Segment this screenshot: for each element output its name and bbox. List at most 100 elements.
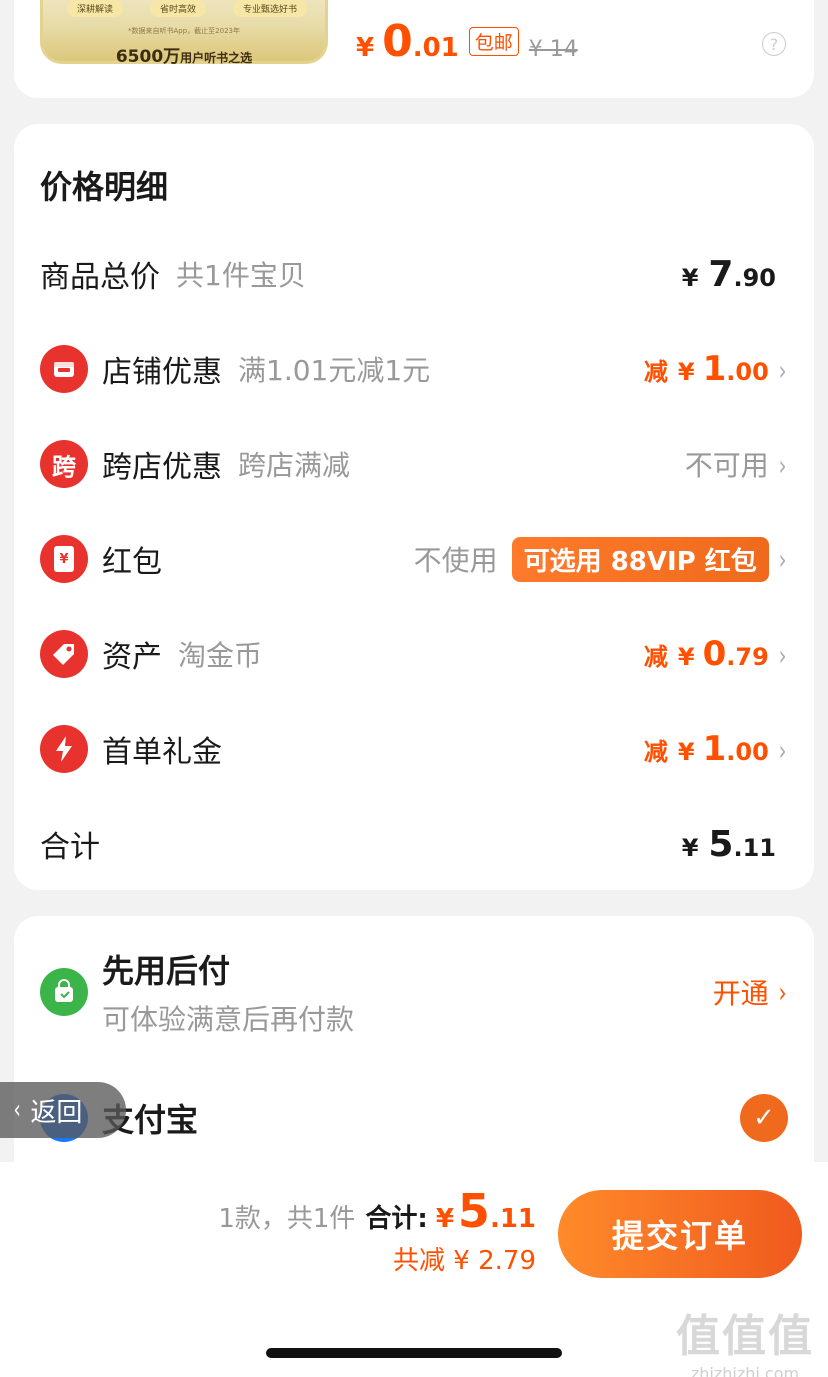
- discount-amount: 减 ¥ 1 .00: [644, 349, 769, 389]
- open-label: 开通: [712, 977, 769, 1010]
- row-label: 首单礼金: [102, 735, 222, 770]
- chevron-right-icon: ›: [778, 734, 787, 767]
- check-icon[interactable]: ✓: [740, 1094, 788, 1142]
- home-indicator: [266, 1348, 562, 1358]
- amount-dec: .11: [489, 1204, 536, 1234]
- currency: ¥: [681, 833, 699, 862]
- shopping-bag-icon: [40, 968, 88, 1016]
- book-tag: 专业甄选好书: [232, 0, 307, 17]
- submit-order-button[interactable]: 提交订单: [558, 1190, 802, 1278]
- amount-int: 1: [702, 349, 727, 389]
- book-slogan: 6500万用户听书之选: [43, 42, 325, 67]
- tag-icon: [40, 630, 88, 678]
- row-sub: 共1件宝贝: [176, 259, 306, 292]
- asset-row[interactable]: 资产 淘金币 减 ¥ 0 .79 ›: [40, 624, 788, 684]
- first-order-row[interactable]: 首单礼金 减 ¥ 1 .00 ›: [40, 719, 788, 779]
- amount-int: 0: [702, 634, 727, 674]
- book-tag: 深耕解读: [67, 0, 124, 17]
- price-decimal: .01: [412, 33, 459, 63]
- book-tag: 省时高效: [149, 0, 206, 17]
- goods-total-amount: ¥ 7 .90: [682, 254, 776, 295]
- amount-dec: .90: [733, 263, 776, 292]
- row-right: 不使用 可选用 88VIP 红包 ›: [413, 536, 788, 582]
- row-label: 红包: [102, 545, 162, 580]
- original-price: ¥ 14: [528, 37, 578, 62]
- row-right: 不可用 ›: [685, 444, 788, 484]
- amount-dec: .00: [726, 358, 769, 386]
- slogan-number: 6500万: [115, 47, 181, 67]
- cross-store-icon: 跨: [40, 440, 88, 488]
- row-sub: 满1.01元减1元: [238, 354, 431, 387]
- bnpl-text: 先用后付 可体验满意后再付款: [102, 946, 354, 1038]
- section-title: 价格明细: [40, 168, 169, 206]
- row-label: 合计: [40, 830, 100, 865]
- watermark-text: 值值值: [676, 1311, 814, 1362]
- row-sub: 跨店满减: [238, 449, 351, 482]
- amount-int: 5: [708, 823, 734, 865]
- discount-amount: 减 ¥ 1 .00: [644, 729, 769, 769]
- row-right: 减 ¥ 1 .00 ›: [644, 349, 788, 389]
- vip-red-packet-button[interactable]: 可选用 88VIP 红包: [511, 536, 769, 582]
- watermark-logo: 值值值 zhizhizhi.com: [670, 1300, 820, 1377]
- amount-int: 5: [457, 1184, 490, 1238]
- total-row: 合计 ¥ 5 .11: [40, 814, 788, 874]
- total-label: 合计:: [365, 1204, 428, 1234]
- product-image[interactable]: 深耕解读 省时高效 专业甄选好书 *数据来自听书App，截止至2023年 650…: [40, 0, 328, 67]
- alipay-row[interactable]: 支付宝 ✓: [40, 1094, 788, 1142]
- chevron-right-icon: ›: [778, 354, 787, 387]
- row-sub: 淘金币: [178, 639, 263, 672]
- chevron-right-icon: ›: [778, 975, 787, 1009]
- book-note: *数据来自听书App，截止至2023年: [128, 27, 240, 35]
- back-button[interactable]: ‹ 返回: [0, 1082, 126, 1138]
- row-label: 资产: [102, 640, 162, 675]
- chevron-right-icon: ›: [778, 639, 787, 672]
- bottom-bar: 1款，共1件 合计: ¥ 5 .11 共减 ¥ 2.79 提交订单 值值值 zh…: [0, 1162, 828, 1377]
- bnpl-title: 先用后付: [102, 952, 231, 990]
- red-packet-glyph: ¥: [54, 546, 74, 572]
- product-card: 深耕解读 省时高效 专业甄选好书 *数据来自听书App，截止至2023年 650…: [14, 0, 814, 98]
- amount-dec: .00: [726, 738, 769, 766]
- total-amount: ¥ 5 .11: [682, 824, 776, 865]
- currency: ¥: [435, 1204, 454, 1234]
- shop-discount-row[interactable]: 店铺优惠 满1.01元减1元 减 ¥ 1 .00 ›: [40, 339, 788, 399]
- red-packet-icon: ¥: [40, 535, 88, 583]
- discount-label: 减: [643, 643, 668, 671]
- cross-store-row[interactable]: 跨 跨店优惠 跨店满减 不可用 ›: [40, 434, 788, 494]
- row-right: 减 ¥ 0 .79 ›: [644, 634, 788, 674]
- bnpl-open-link[interactable]: 开通 ›: [713, 972, 788, 1012]
- chevron-right-icon: ›: [778, 449, 787, 482]
- chevron-right-icon: ›: [778, 542, 787, 576]
- price-currency: ¥: [356, 33, 375, 63]
- price-detail-card: 价格明细 商品总价 共1件宝贝 ¥ 7 .90 店铺优惠 满1.01元减1元 减…: [14, 124, 814, 890]
- row-label: 跨店优惠: [102, 450, 222, 485]
- amount-int: 7: [708, 253, 734, 295]
- bnpl-subtitle: 可体验满意后再付款: [102, 1003, 355, 1036]
- currency: ¥: [677, 643, 695, 671]
- redpack-status: 不使用: [413, 544, 498, 577]
- order-summary: 1款，共1件 合计: ¥ 5 .11 共减 ¥ 2.79: [218, 1184, 536, 1277]
- discount-label: 减: [643, 358, 668, 386]
- amount-dec: .11: [733, 833, 776, 862]
- free-shipping-badge: 包邮: [468, 27, 519, 56]
- amount-int: 1: [702, 729, 727, 769]
- discount-label: 减: [643, 738, 668, 766]
- row-right: 减 ¥ 1 .00 ›: [644, 729, 788, 769]
- currency: ¥: [677, 738, 695, 766]
- back-label: 返回: [30, 1097, 83, 1128]
- row-label: 店铺优惠: [102, 355, 222, 390]
- product-price: ¥ 0 .01 包邮 ¥ 14: [356, 16, 578, 67]
- shop-icon: [40, 345, 88, 393]
- slogan-text: 用户听书之选: [180, 51, 253, 65]
- item-count: 1款，共1件: [218, 1204, 356, 1234]
- unavailable-status: 不可用: [684, 449, 769, 482]
- lightning-icon: [40, 725, 88, 773]
- price-integer: 0: [382, 16, 413, 67]
- red-packet-row[interactable]: ¥ 红包 不使用 可选用 88VIP 红包 ›: [40, 529, 788, 589]
- watermark-url: zhizhizhi.com: [690, 1364, 800, 1377]
- bnpl-row[interactable]: 先用后付 可体验满意后再付款 开通 ›: [40, 946, 788, 1038]
- goods-total-row: 商品总价 共1件宝贝 ¥ 7 .90: [40, 244, 788, 304]
- amount-dec: .79: [726, 643, 769, 671]
- help-icon[interactable]: ?: [762, 32, 786, 56]
- discount-amount: 减 ¥ 0 .79: [644, 634, 769, 674]
- saved-amount: 共减 ¥ 2.79: [393, 1246, 536, 1276]
